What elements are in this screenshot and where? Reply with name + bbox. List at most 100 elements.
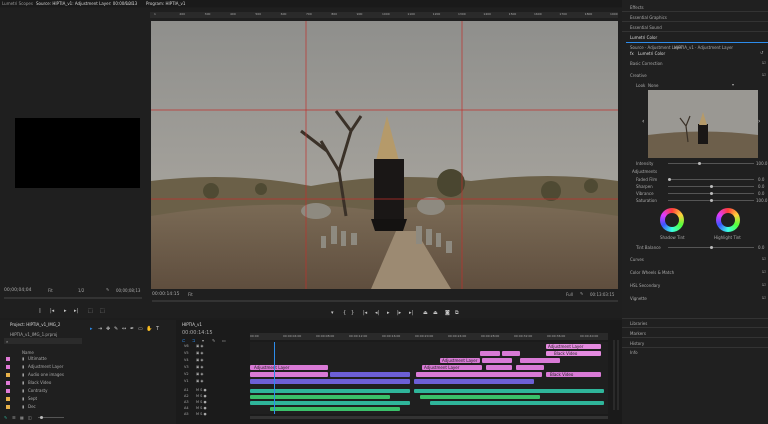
audio-track-toggles[interactable]: M S ● — [196, 400, 207, 404]
label-color-swatch[interactable] — [6, 357, 10, 361]
source-fit-select[interactable]: Fit — [48, 288, 53, 293]
vibrance-slider[interactable] — [668, 192, 754, 195]
audio-track-header[interactable]: A4 — [184, 406, 189, 410]
step-forward-icon[interactable]: |▸ — [397, 310, 401, 316]
track-toggle-icons[interactable]: ▣ ◉ — [196, 365, 203, 369]
settings-wrench-icon[interactable]: ✎ — [106, 287, 109, 292]
clip-pink[interactable] — [502, 351, 520, 356]
audio-track-toggles[interactable]: M S ● — [196, 406, 207, 410]
mark-out-icon[interactable]: } — [351, 310, 354, 316]
intensity-slider[interactable] — [668, 162, 754, 165]
history-panel-header[interactable]: History — [630, 341, 644, 346]
audio-track-toggles[interactable]: M S ● — [196, 394, 207, 398]
effects-panel-header[interactable]: Effects — [630, 5, 644, 10]
color-wheels-checkbox[interactable]: ☑ — [762, 269, 766, 274]
tab-program-monitor[interactable]: Program: HIPTIA_v1 — [146, 1, 185, 6]
track-toggle-icons[interactable]: ▣ ◉ — [196, 351, 203, 355]
curves-section[interactable]: Curves — [630, 257, 644, 262]
vignette-checkbox[interactable]: ☑ — [762, 295, 766, 300]
list-view-icon[interactable]: ☰ — [12, 415, 16, 420]
audio-clip[interactable] — [270, 407, 400, 411]
selection-tool-icon[interactable]: ▸ — [90, 326, 93, 332]
pen-tool-icon[interactable]: ✒ — [130, 326, 134, 332]
audio-clip[interactable] — [250, 395, 390, 399]
project-search-input[interactable] — [4, 338, 82, 344]
libraries-panel-header[interactable]: Libraries — [630, 321, 647, 326]
adjustments-section[interactable]: Adjustments — [632, 169, 657, 174]
clip-pink[interactable] — [482, 358, 512, 363]
video-track-header[interactable]: V3 — [184, 365, 189, 369]
hand-tool-icon[interactable]: ✋ — [146, 326, 152, 332]
lift-icon[interactable]: ⏏ — [423, 310, 428, 316]
creative-section[interactable]: Creative — [630, 73, 647, 78]
step-forward-icon[interactable]: ▸| — [74, 308, 78, 314]
markers-panel-header[interactable]: Markers — [630, 331, 646, 336]
type-tool-icon[interactable]: T — [156, 326, 159, 332]
go-to-in-icon[interactable]: |◂ — [363, 310, 367, 316]
play-icon[interactable]: ▸ — [387, 310, 390, 316]
freeform-view-icon[interactable]: ◫ — [28, 415, 32, 420]
track-select-icon[interactable]: ⇥ — [98, 326, 102, 332]
project-list-item[interactable]: ▮ Dec — [4, 404, 82, 411]
program-fit-select[interactable]: Fit — [188, 292, 193, 297]
saturation-value[interactable]: 100.0 — [756, 198, 767, 203]
audio-track-header[interactable]: A5 — [184, 412, 189, 416]
step-back-icon[interactable]: |◂ — [50, 308, 54, 314]
audio-clip[interactable] — [430, 401, 604, 405]
clip-adjustment-layer[interactable]: Adjustment Layer — [440, 358, 480, 363]
linked-selection-icon[interactable]: ⊐ — [192, 338, 195, 343]
icon-view-icon[interactable]: ▦ — [20, 415, 24, 420]
sequence-line[interactable]: HIPTIA_v1 · Adjustment Layer — [674, 45, 733, 50]
project-list-item[interactable]: ▮ Ultimatte — [4, 356, 82, 363]
preview-next-arrow-icon[interactable]: › — [758, 118, 760, 125]
project-list-item[interactable]: ▮ Adjustment Layer — [4, 364, 82, 371]
info-panel-header[interactable]: Info — [630, 350, 638, 355]
clip-black-video[interactable]: Black Video — [546, 372, 601, 377]
timeline-tab[interactable]: HIPTIA_v1 — [182, 322, 202, 327]
project-list-item[interactable]: ▮ Black Video — [4, 380, 82, 387]
marker-icon[interactable]: ▾ — [331, 310, 334, 316]
program-wrench-icon[interactable]: ✎ — [580, 291, 583, 296]
label-color-swatch[interactable] — [6, 389, 10, 393]
snap-icon[interactable]: ⊏ — [182, 338, 185, 343]
timeline-zoom-scrollbar[interactable] — [250, 416, 608, 419]
mark-in-icon[interactable]: { — [343, 310, 346, 316]
highlight-tint-wheel[interactable] — [716, 208, 740, 232]
label-color-swatch[interactable] — [6, 405, 10, 409]
project-list-item[interactable]: ▮ Audio one images — [4, 372, 82, 379]
color-wheels-section[interactable]: Color Wheels & Match — [630, 270, 674, 275]
export-frame-icon[interactable]: ◙ — [445, 310, 450, 316]
go-to-out-icon[interactable]: ▸| — [409, 310, 413, 316]
shadow-tint-wheel[interactable] — [660, 208, 684, 232]
tint-balance-slider[interactable] — [668, 246, 754, 249]
play-icon[interactable]: ▸ — [64, 308, 67, 314]
captions-icon[interactable]: ▭ — [222, 338, 226, 343]
audio-track-toggles[interactable]: M S ● — [196, 388, 207, 392]
look-select[interactable]: None — [648, 83, 658, 88]
clip-pink[interactable] — [516, 365, 544, 370]
curves-checkbox[interactable]: ☑ — [762, 256, 766, 261]
audio-track-header[interactable]: A3 — [184, 400, 189, 404]
step-back-icon[interactable]: ◂| — [375, 310, 379, 316]
clip-pink[interactable] — [416, 372, 542, 377]
project-tab[interactable]: Project: HIPTIA_v1_IMG_2 — [10, 322, 60, 327]
hsl-secondary-section[interactable]: HSL Secondary — [630, 283, 660, 288]
label-color-swatch[interactable] — [6, 365, 10, 369]
essential-graphics-header[interactable]: Essential Graphics — [630, 15, 667, 20]
audio-clip[interactable] — [414, 389, 604, 393]
tab-source-monitor[interactable]: Source: HIPTIA_v1: Adjustment Layer: 00:… — [36, 1, 137, 6]
clip-pink[interactable] — [486, 365, 512, 370]
faded-film-value[interactable]: 0.0 — [758, 177, 764, 182]
preview-prev-arrow-icon[interactable]: ‹ — [642, 118, 644, 125]
clip-purple[interactable] — [330, 372, 410, 377]
basic-correction-section[interactable]: Basic Correction — [630, 61, 663, 66]
source-resolution-select[interactable]: 1/2 — [78, 288, 84, 293]
playhead[interactable] — [274, 342, 275, 414]
add-marker-icon[interactable]: ▾ — [202, 338, 204, 343]
tab-lumetri-scopes[interactable]: Lumetri Scopes — [2, 1, 33, 6]
vibrance-value[interactable]: 0.0 — [758, 191, 764, 196]
extract-icon[interactable]: ⏏ — [433, 310, 438, 316]
track-toggle-icons[interactable]: ▣ ◉ — [196, 358, 203, 362]
lumetri-color-header[interactable]: Lumetri Color — [630, 35, 657, 40]
timeline-ruler[interactable]: 00:00 00:00:04:00 00:00:08:00 00:00:12:00 00… — [250, 333, 608, 340]
